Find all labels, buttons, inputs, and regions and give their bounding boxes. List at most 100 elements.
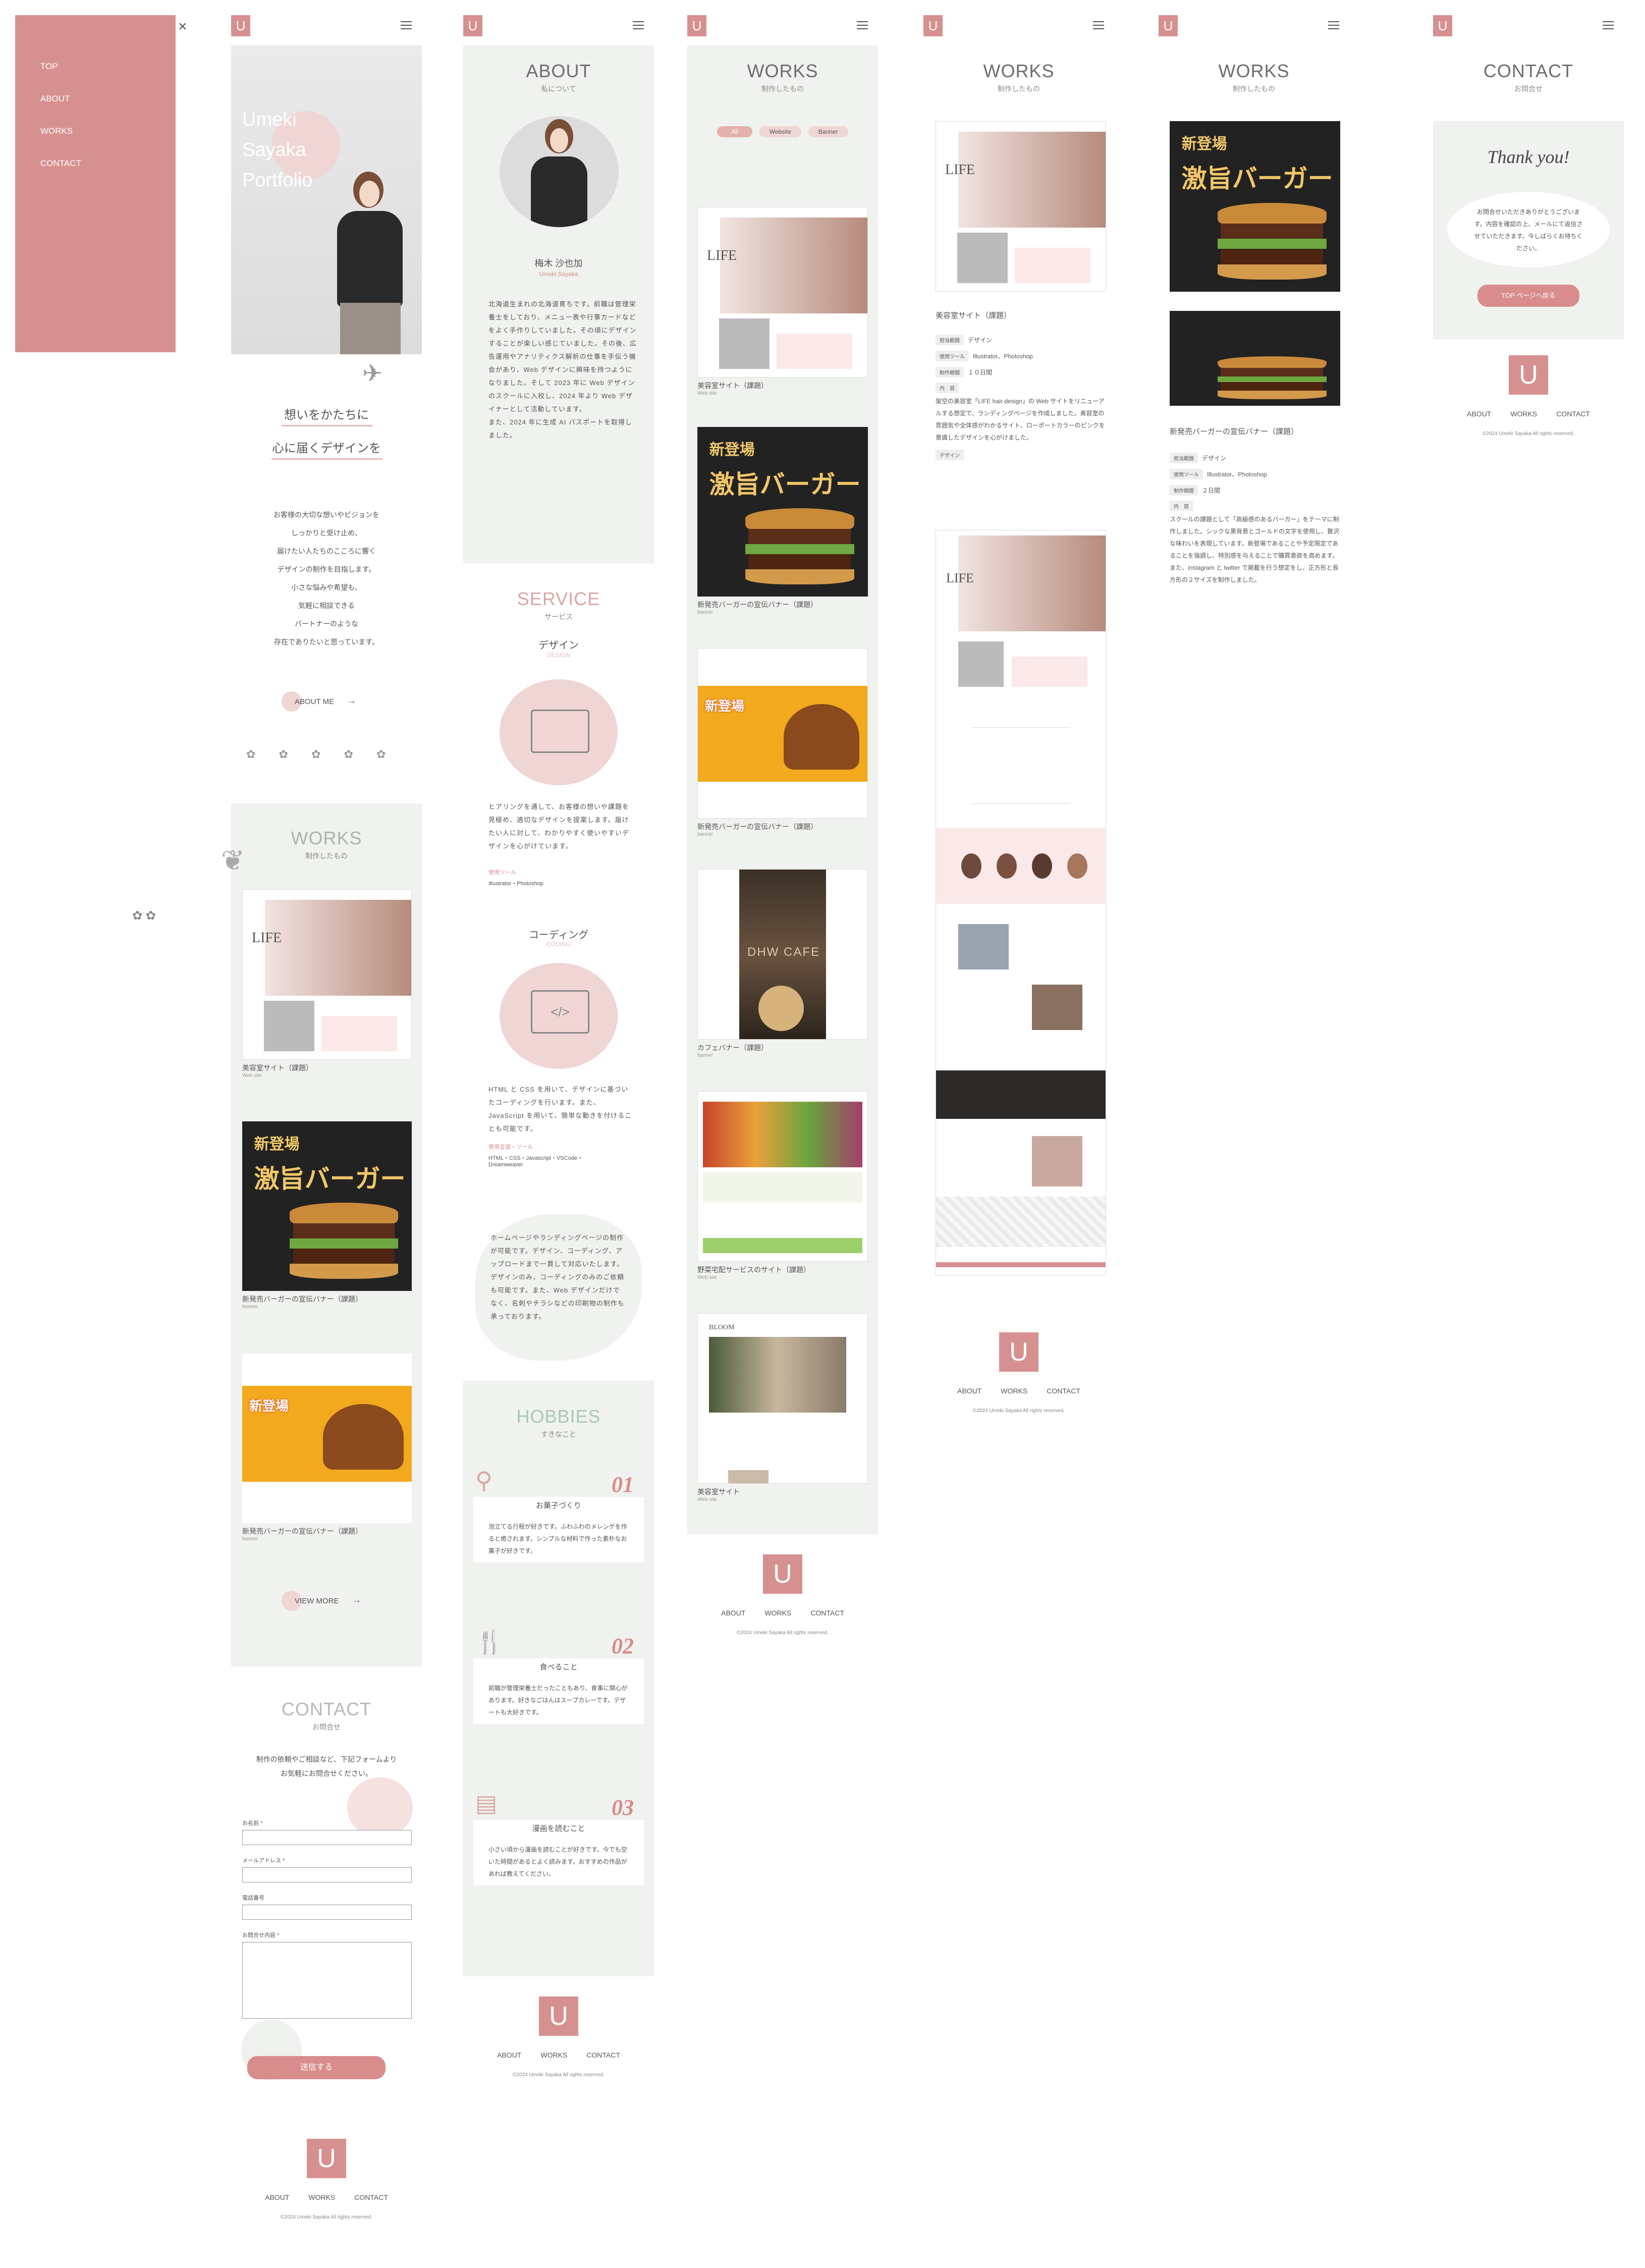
hamburger-icon[interactable] [1328,21,1339,29]
footer-nav-about[interactable]: ABOUT [1467,410,1491,418]
name-field[interactable] [242,1830,412,1845]
hamburger-icon[interactable] [1603,21,1614,29]
detail-label: 担当範囲 [936,335,964,345]
hamburger-icon[interactable] [857,21,868,29]
logo[interactable]: U [923,15,943,36]
profile-name-en: Umeki Sayaka [539,271,578,278]
footer-nav-contact[interactable]: CONTACT [810,1609,844,1617]
footer-nav-works[interactable]: WORKS [540,2051,567,2059]
phone-field[interactable] [242,1905,412,1920]
burger-banner-thumbnail: 新登場 激旨バーガー [242,1121,412,1291]
works-subtitle: 制作したもの [998,85,1040,93]
work-title: 美容室サイト（課題） [242,1064,313,1072]
logo[interactable]: U [1433,15,1452,36]
work-category: banner [697,1053,714,1058]
work-card-3[interactable]: 新登場 新発売バーガーの宣伝バナー（課題） banner [697,648,868,837]
detail-label: 使用ツール [1170,469,1203,479]
design-tools-label: 使用ツール [488,870,516,876]
hamburger-icon[interactable] [401,21,412,29]
logo[interactable]: U [687,15,706,36]
footer-nav-works[interactable]: WORKS [1510,410,1537,418]
filter-all[interactable]: All [717,126,752,137]
work-card-3[interactable]: 新登場 新発売バーガーの宣伝バナー（課題） banner [242,1354,412,1542]
thanks-message: お問合せいただきありがとうございます。内容を確認の上、メールにて返信させていただ… [1474,208,1583,252]
drawer-item-contact[interactable]: CONTACT [40,158,81,169]
work-card-6[interactable]: BLOOM 美容室サイト Web site [697,1313,868,1502]
footer-nav-contact[interactable]: CONTACT [1556,410,1590,418]
burger-banner-square: 新登場 激旨バーガー [1170,121,1340,292]
hero-title-3: Portfolio [242,170,313,191]
hamburger-icon[interactable] [633,21,644,29]
footer-nav-works[interactable]: WORKS [1001,1387,1027,1395]
footer-logo[interactable]: U [763,1554,802,1594]
work-card-2[interactable]: 新登場 激旨バーガー 新発売バーガーの宣伝バナー（課題） banner [242,1121,412,1310]
detail-label: 使用ツール [936,351,969,361]
catch-section: ✈ 想いをかたちに 心に届くデザインを お客様の大切な想いやビジョンを しっかりと… [231,354,422,788]
work-category: banner [697,610,714,615]
paper-plane-icon: ✈ [362,360,383,387]
logo[interactable]: U [463,15,482,36]
work-card-2[interactable]: 新登場 激旨バーガー 新発売バーガーの宣伝バナー（課題） banner [697,427,868,615]
footer: U ABOUT WORKS CONTACT ©2024 Umeki Sayaka… [923,1332,1114,1414]
detail-value: Illustrator、Photoshop [1207,471,1267,478]
top-page: U Umeki Sayaka Portfolio ✈ 想いをかたちに 心に届くデ… [221,15,422,2220]
footer-nav-contact[interactable]: CONTACT [586,2051,620,2059]
close-icon[interactable]: × [178,19,187,34]
footer-nav-contact[interactable]: CONTACT [354,2193,388,2201]
filter-banner[interactable]: Banner [808,126,848,137]
contact-lead: 制作の依頼やご相談など、下記フォームより お気軽にお問合せください。 [256,1755,397,1777]
logo[interactable]: U [231,15,250,36]
footer-logo[interactable]: U [999,1332,1038,1372]
logo[interactable]: U [1159,15,1178,36]
work-title: 美容室サイト（課題） [697,382,768,390]
work-category: banner [242,1536,258,1542]
view-more-button[interactable]: VIEW MORE → [282,1591,372,1611]
back-to-top-button[interactable]: TOP ページへ戻る [1477,285,1579,307]
copyright: ©2024 Umeki Sayaka All rights reserved. [281,2215,372,2220]
email-field[interactable] [242,1867,412,1882]
work-card-1[interactable]: LIFE 美容室サイト（課題） Web site [242,889,412,1078]
footer-nav-contact[interactable]: CONTACT [1047,1387,1080,1395]
works-section: ❦ WORKS 制作したもの LIFE 美容室サイト（課題） Web site … [221,803,422,1666]
design-label: デザイン [936,450,964,460]
footer-logo[interactable]: U [307,2139,346,2178]
content-label: 内 容 [936,383,959,393]
footer: U ABOUT WORKS CONTACT ©2024 Umeki Sayaka… [231,2139,422,2220]
footer: U ABOUT WORKS CONTACT ©2024 Umeki Sayaka… [463,1996,654,2078]
footer-nav-about[interactable]: ABOUT [721,1609,745,1617]
arrow-right-icon: → [347,695,356,706]
burger-banner-thumbnail: 新登場 激旨バーガー [697,427,868,597]
footer-nav-about[interactable]: ABOUT [497,2051,521,2059]
work-title: 新発売バーガーの宣伝バナー（課題） [1170,427,1299,436]
copyright: ©2024 Umeki Sayaka All rights reserved. [737,1630,829,1636]
message-field[interactable] [242,1942,412,2019]
drawer-item-works[interactable]: WORKS [40,126,73,136]
content-label: 内 容 [1170,501,1193,511]
contact-subtitle: お問合せ [312,1723,341,1731]
footer-nav-works[interactable]: WORKS [764,1609,791,1617]
thank-you-heading: Thank you! [1487,147,1570,167]
email-label: メールアドレス * [242,1858,285,1864]
footer-nav-works[interactable]: WORKS [308,2193,335,2201]
filter-website[interactable]: Website [759,126,801,137]
works-title: WORKS [747,61,818,81]
footer-logo[interactable]: U [1509,355,1548,395]
footer-nav-about[interactable]: ABOUT [265,2193,289,2201]
filter-bar: All Website Banner [687,126,878,137]
drawer-item-top[interactable]: TOP [40,62,58,72]
footer-nav-about[interactable]: ABOUT [957,1387,981,1395]
work-category: Web site [242,1073,262,1078]
intro-text: お客様の大切な想いやビジョンを しっかりと受け止め、 届けたい人たちのこころに響くデ… [273,511,379,646]
about-me-button[interactable]: ABOUT ME → [282,691,367,712]
work-card-5[interactable]: 野菜宅配サービスのサイト（課題） Web site [697,1091,868,1280]
hamburger-icon[interactable] [1093,21,1104,29]
work-detail-salon: U WORKS 制作したもの LIFE 美容室サイト（課題） 担当範囲 デザイン … [923,15,1114,1414]
hobby-card-3: ▤ 03 漫画を読むこと 小さい頃から漫画を読むことが好きです。今でも空いた時間… [473,1790,644,1885]
footer-logo[interactable]: U [539,1996,578,2036]
submit-button[interactable]: 送信する [247,2056,386,2079]
footer: U ABOUT WORKS CONTACT ©2024 Umeki Sayaka… [1433,355,1624,437]
salon-thumbnail: LIFE [697,207,868,377]
work-card-1[interactable]: LIFE 美容室サイト（課題） Web site [697,207,868,396]
work-card-4[interactable]: DHW CAFE カフェバナー（課題） banner [697,869,868,1058]
drawer-item-about[interactable]: ABOUT [40,94,70,104]
